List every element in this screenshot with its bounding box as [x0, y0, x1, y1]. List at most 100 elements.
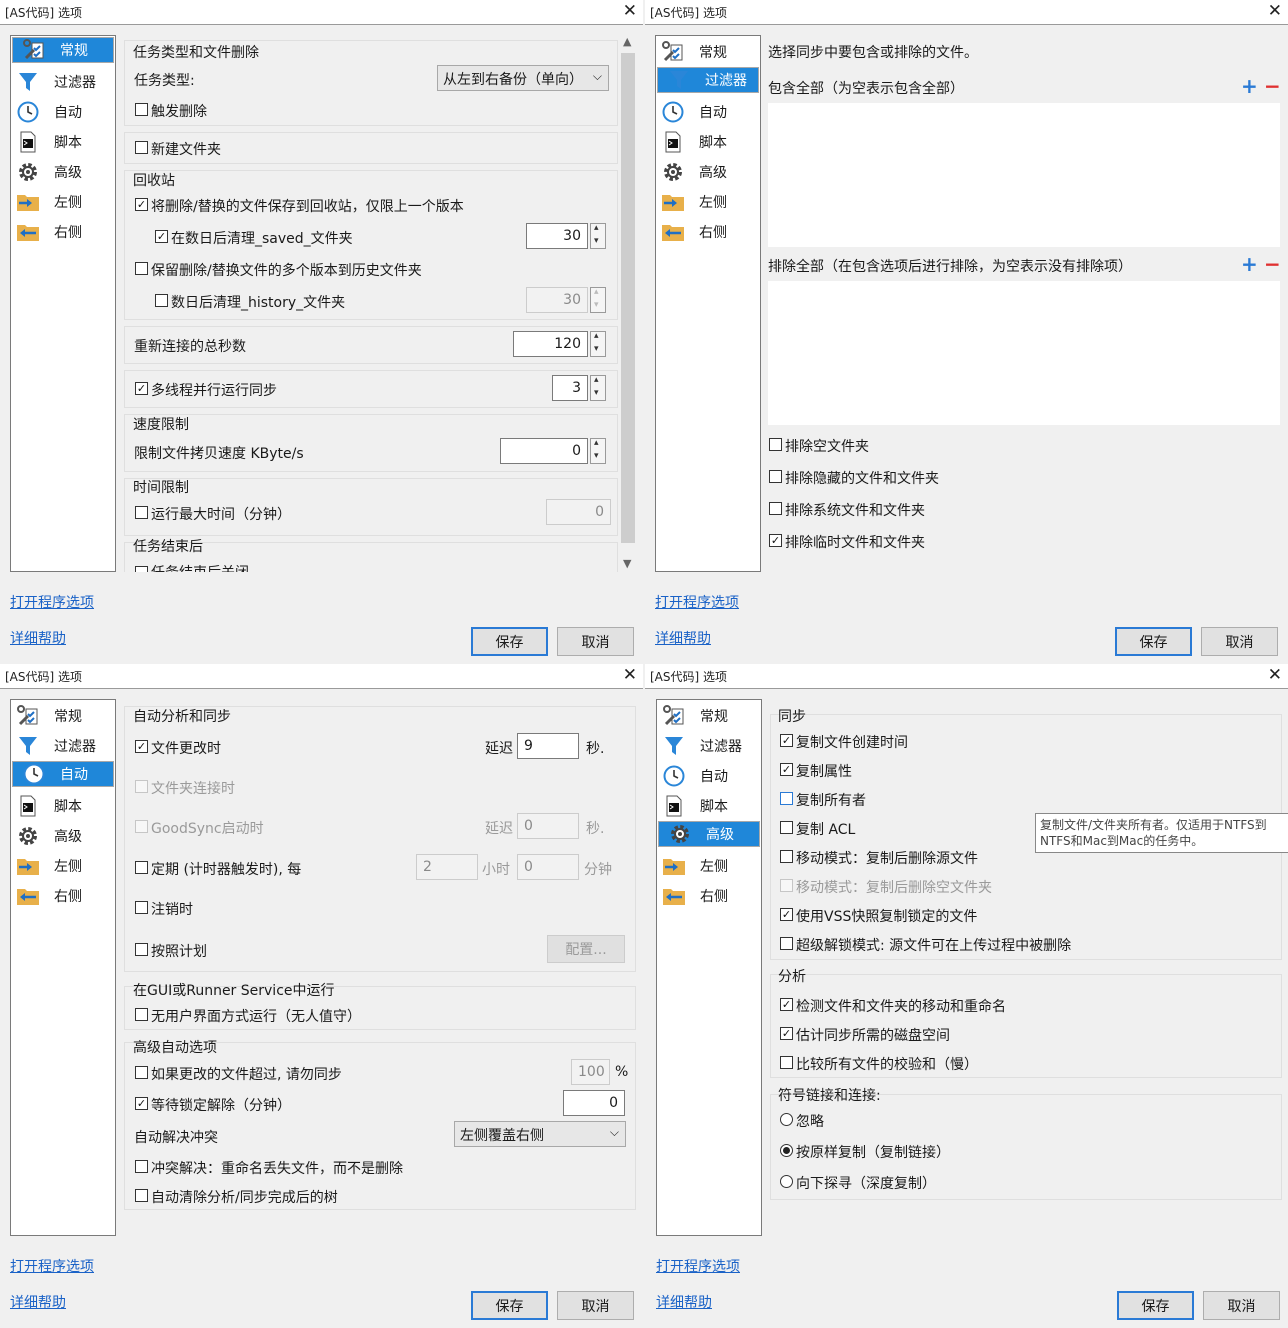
sidebar-item-2[interactable]: 自动 [658, 761, 760, 791]
use-vss-checkbox[interactable]: ✓ [780, 908, 793, 921]
multithread-input[interactable]: 3 [552, 375, 588, 401]
sidebar-item-5[interactable]: 左侧 [658, 851, 760, 881]
minutes-input[interactable]: 0 [517, 854, 579, 880]
exclude-system-checkbox[interactable] [769, 502, 782, 515]
copy-as-is-radio[interactable] [780, 1144, 793, 1157]
time-limit-input[interactable]: 0 [546, 499, 611, 525]
estimate-space-checkbox[interactable]: ✓ [780, 1027, 793, 1040]
reconnect-input[interactable]: 120 [513, 331, 588, 357]
move-mode-checkbox[interactable] [780, 850, 793, 863]
reconnect-spinner[interactable] [590, 331, 606, 357]
sidebar-item-4[interactable]: 高级 [12, 157, 114, 187]
copy-acl-checkbox[interactable] [780, 821, 793, 834]
delay-input[interactable]: 9 [517, 733, 579, 759]
sidebar-item-1[interactable]: 过滤器 [12, 67, 114, 97]
sidebar-item-6[interactable]: 右侧 [12, 217, 114, 247]
help-link[interactable]: 详细帮助 [656, 1292, 712, 1312]
sidebar-item-3[interactable]: 脚本 [657, 127, 759, 157]
close-icon[interactable]: ✕ [1268, 665, 1282, 685]
clean-saved-spinner[interactable] [590, 223, 606, 249]
save-button[interactable]: 保存 [471, 1291, 548, 1320]
scroll-up-icon[interactable]: ▲ [623, 35, 631, 48]
copy-create-time-checkbox[interactable]: ✓ [780, 734, 793, 747]
help-link[interactable]: 详细帮助 [10, 1292, 66, 1312]
sidebar-item-3[interactable]: 脚本 [12, 127, 114, 157]
sidebar-item-0[interactable]: 常规 [12, 37, 114, 63]
skip-if-changed-checkbox[interactable] [135, 1066, 148, 1079]
exclude-hidden-checkbox[interactable] [769, 470, 782, 483]
copy-attrs-checkbox[interactable]: ✓ [780, 763, 793, 776]
exclude-list[interactable] [768, 281, 1280, 425]
speed-input[interactable]: 0 [500, 438, 588, 464]
sidebar-item-3[interactable]: 脚本 [658, 791, 760, 821]
close-icon[interactable]: ✕ [623, 1, 637, 21]
scrollbar[interactable]: ▲ ▼ [621, 35, 637, 572]
sidebar-item-6[interactable]: 右侧 [12, 881, 114, 911]
exclude-empty-checkbox[interactable] [769, 438, 782, 451]
sidebar-item-1[interactable]: 过滤器 [12, 731, 114, 761]
cancel-button[interactable]: 取消 [1201, 627, 1278, 656]
cancel-button[interactable]: 取消 [1203, 1291, 1280, 1320]
remove-include-icon[interactable]: − [1264, 76, 1281, 96]
remove-exclude-icon[interactable]: − [1264, 254, 1281, 274]
sidebar-item-5[interactable]: 左侧 [12, 851, 114, 881]
wait-unlock-checkbox[interactable]: ✓ [135, 1097, 148, 1110]
job-type-select[interactable]: 从左到右备份（单向） ⌵ [437, 65, 609, 91]
create-folders-checkbox[interactable] [135, 141, 148, 154]
sidebar-item-3[interactable]: 脚本 [12, 791, 114, 821]
save-button[interactable]: 保存 [1115, 627, 1192, 656]
clean-history-checkbox[interactable] [155, 294, 168, 307]
detect-moves-checkbox[interactable]: ✓ [780, 998, 793, 1011]
sidebar-item-6[interactable]: 右侧 [658, 881, 760, 911]
sidebar-item-6[interactable]: 右侧 [657, 217, 759, 247]
rename-lost-checkbox[interactable] [135, 1160, 148, 1173]
clean-history-days-input[interactable]: 30 [526, 287, 588, 313]
save-button[interactable]: 保存 [471, 627, 548, 656]
save-button[interactable]: 保存 [1117, 1291, 1194, 1320]
periodic-checkbox[interactable] [135, 861, 148, 874]
clean-saved-checkbox[interactable]: ✓ [155, 230, 168, 243]
multithread-spinner[interactable] [590, 375, 606, 401]
clean-saved-days-input[interactable]: 30 [526, 223, 588, 249]
sidebar-item-1[interactable]: 过滤器 [657, 67, 759, 93]
keep-history-checkbox[interactable] [135, 262, 148, 275]
program-options-link[interactable]: 打开程序选项 [10, 1256, 94, 1276]
sidebar-item-2[interactable]: 自动 [12, 97, 114, 127]
include-list[interactable] [768, 103, 1280, 247]
program-options-link[interactable]: 打开程序选项 [655, 592, 739, 612]
add-exclude-icon[interactable]: + [1241, 254, 1258, 274]
skip-percent-input[interactable]: 100 [571, 1059, 610, 1085]
copy-owner-checkbox[interactable] [780, 792, 793, 805]
sidebar-item-4[interactable]: 高级 [657, 157, 759, 187]
multithread-checkbox[interactable]: ✓ [135, 382, 148, 395]
sidebar-item-5[interactable]: 左侧 [657, 187, 759, 217]
auto-clear-checkbox[interactable] [135, 1189, 148, 1202]
on-change-checkbox[interactable]: ✓ [135, 740, 148, 753]
speed-spinner[interactable] [590, 438, 606, 464]
sidebar-item-2[interactable]: 自动 [12, 761, 114, 787]
conflict-select[interactable]: 左侧覆盖右侧 ⌵ [454, 1121, 626, 1147]
on-folder-connect-checkbox[interactable] [135, 780, 148, 793]
compare-checksums-checkbox[interactable] [780, 1056, 793, 1069]
scrollbar-thumb[interactable] [621, 53, 635, 543]
unattended-checkbox[interactable] [135, 1008, 148, 1021]
delay2-input[interactable]: 0 [517, 813, 579, 839]
sidebar-item-5[interactable]: 左侧 [12, 187, 114, 217]
on-schedule-checkbox[interactable] [135, 943, 148, 956]
super-unlock-checkbox[interactable] [780, 937, 793, 950]
after-close-checkbox[interactable] [135, 566, 148, 572]
sidebar-item-0[interactable]: 常规 [12, 701, 114, 731]
add-include-icon[interactable]: + [1241, 76, 1258, 96]
save-to-saved-checkbox[interactable]: ✓ [135, 198, 148, 211]
program-options-link[interactable]: 打开程序选项 [656, 1256, 740, 1276]
sidebar-item-4[interactable]: 高级 [658, 821, 760, 847]
configure-button[interactable]: 配置... [547, 935, 625, 963]
program-options-link[interactable]: 打开程序选项 [10, 592, 94, 612]
on-logoff-checkbox[interactable] [135, 901, 148, 914]
time-limit-checkbox[interactable] [135, 506, 148, 519]
scroll-down-icon[interactable]: ▼ [623, 557, 631, 570]
ignore-radio[interactable] [780, 1113, 793, 1126]
sidebar-item-4[interactable]: 高级 [12, 821, 114, 851]
sidebar-item-2[interactable]: 自动 [657, 97, 759, 127]
clean-history-spinner[interactable] [590, 287, 606, 313]
